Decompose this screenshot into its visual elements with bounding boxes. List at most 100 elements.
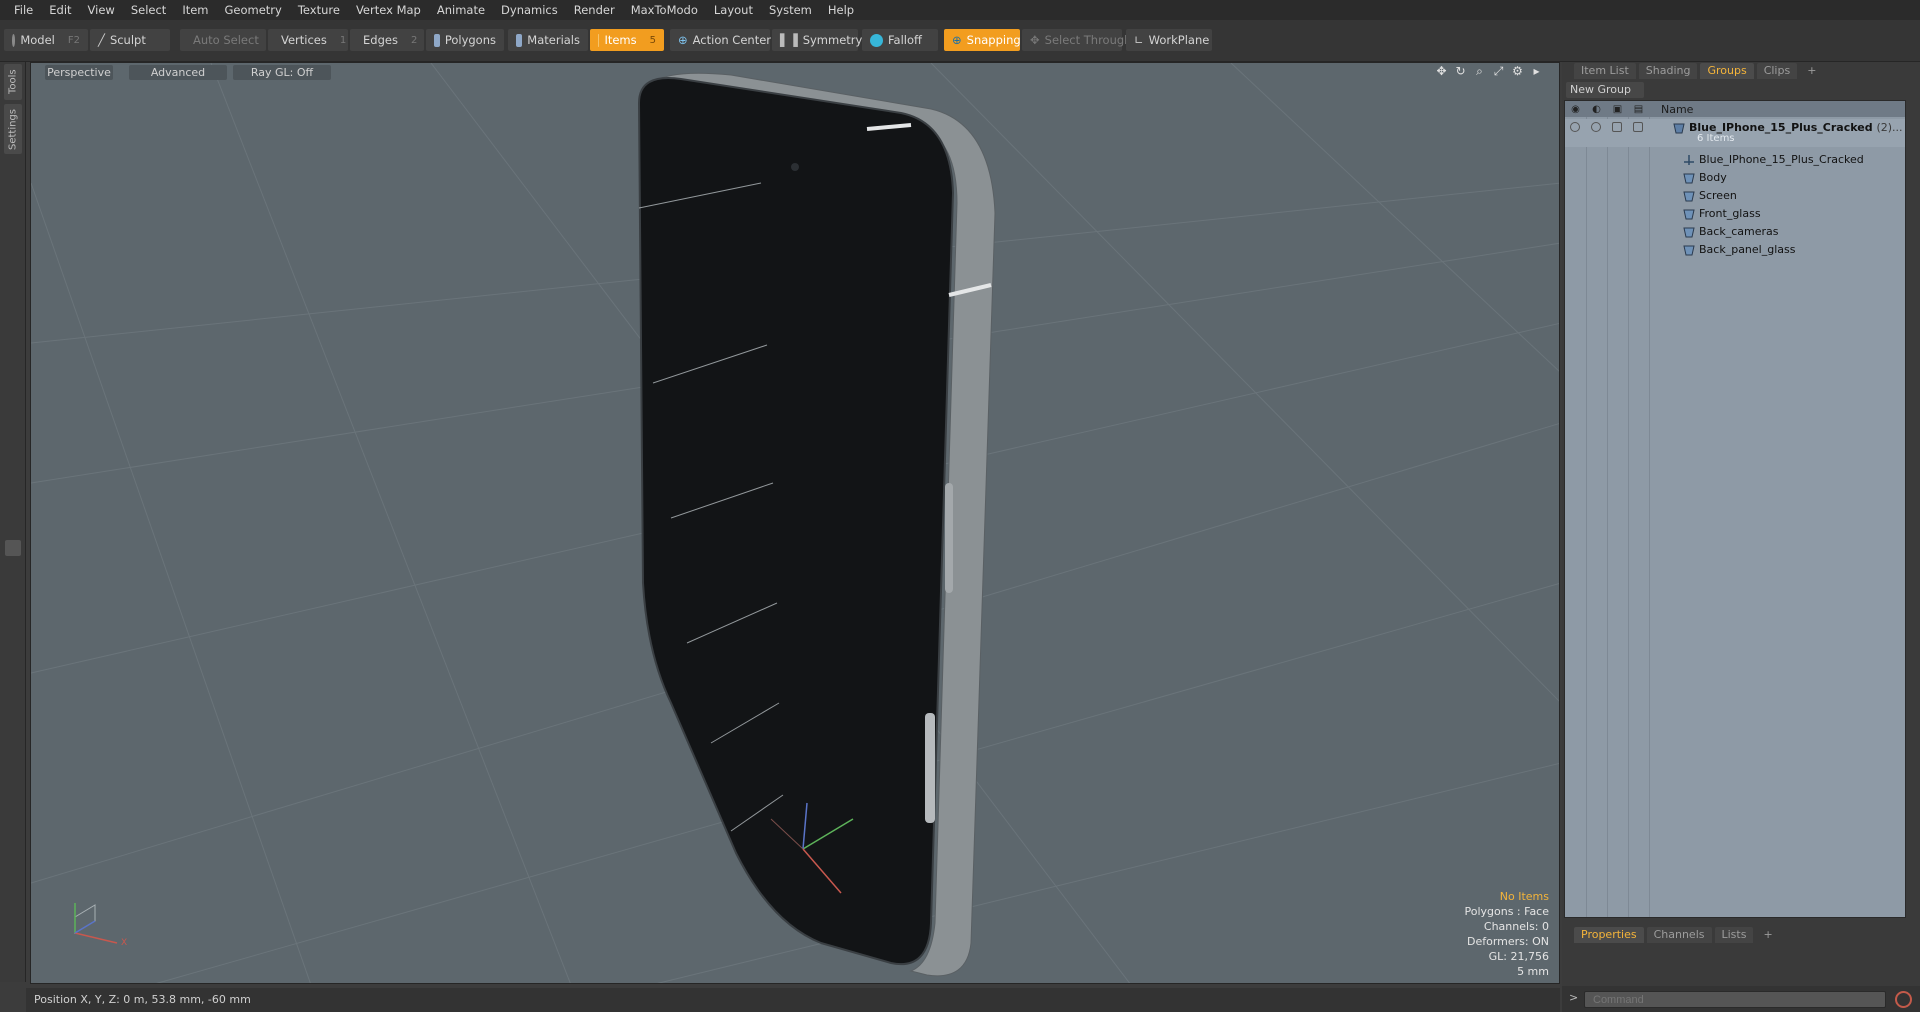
materials-mode-button[interactable]: Materials bbox=[508, 29, 588, 51]
select-checkbox[interactable] bbox=[1633, 122, 1643, 132]
menu-texture[interactable]: Texture bbox=[290, 0, 348, 20]
command-input[interactable] bbox=[1584, 991, 1886, 1008]
phone-screen bbox=[637, 77, 955, 966]
render-icon[interactable] bbox=[1591, 122, 1601, 132]
edges-mode-button[interactable]: Edges 2 bbox=[350, 29, 424, 51]
panel-tabs: Item List Shading Groups Clips + bbox=[1562, 62, 1920, 80]
items-mode-button[interactable]: Items 5 bbox=[590, 29, 664, 51]
pan-icon[interactable]: ✥ bbox=[1435, 65, 1448, 78]
auto-select-button[interactable]: Auto Select bbox=[180, 29, 266, 51]
polygons-icon bbox=[434, 33, 440, 47]
tab-channels[interactable]: Channels bbox=[1646, 927, 1712, 943]
add-properties-tab-button[interactable]: + bbox=[1756, 927, 1779, 943]
view-advanced-tab[interactable]: Advanced bbox=[129, 65, 227, 80]
falloff-button[interactable]: Falloff bbox=[862, 29, 938, 51]
settings-tab[interactable]: Settings bbox=[4, 104, 22, 154]
left-tool-strip: Tools Settings bbox=[0, 62, 26, 982]
render-col-icon[interactable]: ◐ bbox=[1586, 104, 1607, 115]
side-button-lower bbox=[925, 713, 935, 823]
menu-select[interactable]: Select bbox=[123, 0, 174, 20]
menu-help[interactable]: Help bbox=[820, 0, 862, 20]
action-center-button[interactable]: ⊕ Action Center bbox=[670, 29, 771, 51]
snapping-icon: ⊕ bbox=[952, 33, 962, 47]
play-icon[interactable]: ▸ bbox=[1530, 65, 1543, 78]
visibility-col-icon[interactable]: ◉ bbox=[1565, 104, 1586, 115]
view-perspective-tab[interactable]: Perspective bbox=[45, 65, 113, 80]
select-through-button[interactable]: ✥ Select Through bbox=[1022, 29, 1131, 51]
list-item[interactable]: Back_cameras bbox=[1565, 223, 1905, 241]
menu-maxtomodo[interactable]: MaxToModo bbox=[623, 0, 706, 20]
sculpt-mode-button[interactable]: ╱ Sculpt bbox=[90, 29, 170, 51]
strip-toggle-button[interactable] bbox=[5, 540, 21, 556]
symmetry-button[interactable]: ▌▐ Symmetry bbox=[772, 29, 862, 51]
eye-icon[interactable] bbox=[1570, 122, 1580, 132]
tab-properties[interactable]: Properties bbox=[1574, 927, 1644, 943]
gear-icon[interactable]: ⚙ bbox=[1511, 65, 1524, 78]
tools-tab[interactable]: Tools bbox=[4, 64, 22, 100]
deformers-info: Deformers: ON bbox=[1467, 935, 1549, 948]
list-item[interactable]: Screen bbox=[1565, 187, 1905, 205]
select-through-icon: ✥ bbox=[1030, 33, 1040, 47]
menu-file[interactable]: File bbox=[6, 0, 41, 20]
lock-col-icon[interactable]: ▣ bbox=[1607, 104, 1628, 115]
menu-animate[interactable]: Animate bbox=[429, 0, 493, 20]
list-item[interactable]: Back_panel_glass bbox=[1565, 241, 1905, 259]
orientation-gizmo: X bbox=[74, 903, 127, 948]
3d-viewport[interactable]: X Perspective Advanced Ray GL: Off ✥ ↻ ⌕… bbox=[30, 62, 1560, 984]
menu-view[interactable]: View bbox=[80, 0, 123, 20]
workplane-button[interactable]: ∟ WorkPlane bbox=[1126, 29, 1212, 51]
workplane-icon: ∟ bbox=[1134, 33, 1144, 47]
front-camera bbox=[791, 163, 799, 171]
selection-info: No Items bbox=[1499, 890, 1549, 903]
falloff-icon bbox=[870, 33, 883, 47]
fit-icon[interactable]: ⤢ bbox=[1492, 65, 1505, 78]
polygons-info: Polygons : Face bbox=[1464, 905, 1549, 918]
tab-lists[interactable]: Lists bbox=[1714, 927, 1754, 943]
properties-tabs: Properties Channels Lists + bbox=[1562, 926, 1920, 944]
mesh-icon bbox=[1683, 208, 1695, 220]
menu-edit[interactable]: Edit bbox=[41, 0, 79, 20]
tree-header: ◉ ◐ ▣ ▤ Name bbox=[1565, 101, 1905, 117]
ray-gl-tab[interactable]: Ray GL: Off bbox=[233, 65, 331, 80]
name-column-header: Name bbox=[1661, 102, 1694, 116]
crosshair-icon: ⊕ bbox=[678, 33, 688, 47]
tab-item-list[interactable]: Item List bbox=[1574, 63, 1636, 79]
menu-system[interactable]: System bbox=[761, 0, 820, 20]
mesh-icon bbox=[1683, 226, 1695, 238]
zoom-icon[interactable]: ⌕ bbox=[1473, 65, 1486, 78]
polygons-mode-button[interactable]: Polygons bbox=[426, 29, 504, 51]
tab-clips[interactable]: Clips bbox=[1756, 63, 1798, 79]
select-col-icon[interactable]: ▤ bbox=[1628, 104, 1649, 115]
menu-geometry[interactable]: Geometry bbox=[217, 0, 290, 20]
new-group-button[interactable]: New Group bbox=[1566, 82, 1644, 98]
menu-render[interactable]: Render bbox=[566, 0, 623, 20]
scale-info: 5 mm bbox=[1517, 965, 1549, 978]
menu-vertex-map[interactable]: Vertex Map bbox=[348, 0, 429, 20]
right-panel: Item List Shading Groups Clips + New Gro… bbox=[1562, 62, 1920, 1012]
channels-info: Channels: 0 bbox=[1483, 920, 1549, 933]
groups-tree: ◉ ◐ ▣ ▤ Name Blue_IPhone_15_Plus_Cracked… bbox=[1564, 100, 1906, 918]
lock-checkbox[interactable] bbox=[1612, 122, 1622, 132]
vertices-mode-button[interactable]: Vertices 1 bbox=[268, 29, 348, 51]
viewport-info: No Items Polygons : Face Channels: 0 Def… bbox=[1464, 889, 1549, 979]
command-bar: > bbox=[1562, 986, 1920, 1012]
snapping-button[interactable]: ⊕ Snapping bbox=[944, 29, 1021, 51]
materials-icon bbox=[516, 33, 523, 47]
model-icon bbox=[12, 33, 16, 47]
rotate-icon[interactable]: ↻ bbox=[1454, 65, 1467, 78]
menu-layout[interactable]: Layout bbox=[706, 0, 761, 20]
add-tab-button[interactable]: + bbox=[1800, 63, 1823, 79]
mesh-icon bbox=[1683, 190, 1695, 202]
items-icon bbox=[598, 33, 600, 47]
list-item[interactable]: Front_glass bbox=[1565, 205, 1905, 223]
tab-shading[interactable]: Shading bbox=[1638, 63, 1698, 79]
list-item[interactable]: Blue_IPhone_15_Plus_Cracked bbox=[1565, 151, 1905, 169]
list-item[interactable]: Body bbox=[1565, 169, 1905, 187]
group-item-count: 6 Items bbox=[1697, 133, 1735, 144]
menu-dynamics[interactable]: Dynamics bbox=[493, 0, 566, 20]
group-row[interactable]: Blue_IPhone_15_Plus_Cracked (2)... 6 Ite… bbox=[1565, 119, 1905, 147]
tab-groups[interactable]: Groups bbox=[1700, 63, 1754, 79]
menu-item[interactable]: Item bbox=[174, 0, 216, 20]
command-history-icon[interactable] bbox=[1895, 991, 1912, 1008]
model-mode-button[interactable]: Model F2 bbox=[4, 29, 88, 51]
